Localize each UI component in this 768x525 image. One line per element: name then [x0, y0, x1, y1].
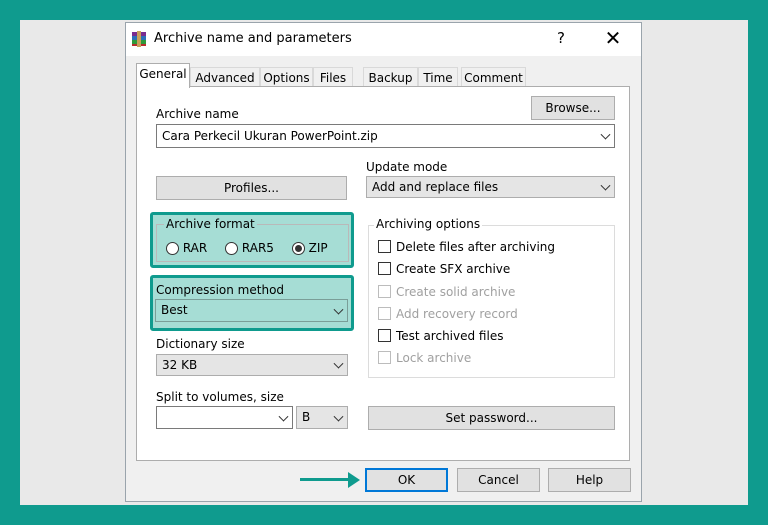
compression-method-select[interactable]: Best [155, 299, 348, 322]
compression-method-label: Compression method [156, 283, 285, 297]
split-unit-select[interactable]: B [296, 406, 348, 429]
recovery-record-checkbox [378, 307, 391, 320]
help-icon[interactable]: ? [551, 29, 571, 47]
chevron-down-icon[interactable] [600, 129, 611, 140]
archive-name-label: Archive name [156, 107, 239, 121]
dictionary-size-label: Dictionary size [156, 337, 245, 351]
profiles-button[interactable]: Profiles... [156, 176, 347, 200]
archive-dialog: Archive name and parameters ? ✕ General … [125, 22, 642, 502]
radio-zip-circle[interactable] [291, 242, 305, 255]
delete-files-checkbox[interactable] [378, 240, 391, 253]
archiving-options-legend: Archiving options [374, 217, 483, 231]
archive-name-combo[interactable]: Cara Perkecil Ukuran PowerPoint.zip [156, 124, 615, 148]
window-title: Archive name and parameters [154, 31, 352, 46]
lock-archive-checkbox [378, 351, 391, 364]
archive-name-value: Cara Perkecil Ukuran PowerPoint.zip [162, 129, 378, 143]
create-solid-checkbox [378, 285, 391, 298]
winrar-icon [132, 31, 146, 47]
set-password-button[interactable]: Set password... [368, 406, 615, 430]
delete-files-label: Delete files after archiving [396, 240, 556, 254]
dictionary-size-value: 32 KB [162, 358, 198, 372]
chevron-down-icon[interactable] [333, 411, 344, 422]
radio-rar-circle[interactable] [166, 242, 179, 255]
radio-rar5-circle[interactable] [225, 242, 239, 255]
radio-rar5[interactable]: RAR5 [225, 241, 274, 255]
close-icon[interactable]: ✕ [598, 26, 628, 50]
archive-format-options: RAR RAR5 ZIP [166, 241, 328, 255]
split-size-combo[interactable] [156, 406, 293, 429]
tab-bar: General Advanced Options Files Backup Ti… [136, 63, 631, 88]
tab-general[interactable]: General [136, 63, 190, 88]
dictionary-size-select[interactable]: 32 KB [156, 354, 348, 376]
chevron-down-icon[interactable] [600, 180, 611, 191]
tab-options[interactable]: Options [260, 67, 313, 87]
create-sfx-checkbox[interactable] [378, 262, 391, 275]
title-bar: Archive name and parameters ? ✕ [126, 23, 641, 56]
split-unit-value: B [302, 410, 311, 424]
tab-backup[interactable]: Backup [363, 67, 418, 87]
archive-format-legend: Archive format [164, 217, 257, 231]
create-sfx-label: Create SFX archive [396, 262, 511, 276]
tab-advanced[interactable]: Advanced [190, 67, 260, 87]
test-archived-checkbox[interactable] [378, 329, 391, 342]
general-panel: Archive name Browse... Cara Perkecil Uku… [136, 86, 630, 461]
annotation-arrow-icon [348, 472, 360, 488]
recovery-record-label: Add recovery record [396, 307, 518, 321]
radio-rar[interactable]: RAR [166, 241, 207, 255]
cancel-button[interactable]: Cancel [457, 468, 540, 492]
radio-zip[interactable]: ZIP [291, 241, 328, 255]
split-volumes-label: Split to volumes, size [156, 390, 284, 404]
update-mode-select[interactable]: Add and replace files [366, 176, 615, 198]
ok-button[interactable]: OK [365, 468, 448, 492]
tab-time[interactable]: Time [418, 67, 458, 87]
test-archived-label: Test archived files [396, 329, 504, 343]
update-mode-value: Add and replace files [372, 180, 499, 194]
update-mode-label: Update mode [366, 160, 448, 174]
annotation-arrow-shaft [300, 478, 352, 481]
create-solid-label: Create solid archive [396, 285, 516, 299]
tab-files[interactable]: Files [313, 67, 353, 87]
browse-button[interactable]: Browse... [531, 96, 615, 120]
chevron-down-icon[interactable] [333, 304, 344, 315]
compression-method-value: Best [161, 303, 188, 317]
help-button[interactable]: Help [548, 468, 631, 492]
chevron-down-icon[interactable] [278, 411, 289, 422]
lock-archive-label: Lock archive [396, 351, 472, 365]
tab-comment[interactable]: Comment [461, 67, 526, 87]
chevron-down-icon[interactable] [333, 358, 344, 369]
